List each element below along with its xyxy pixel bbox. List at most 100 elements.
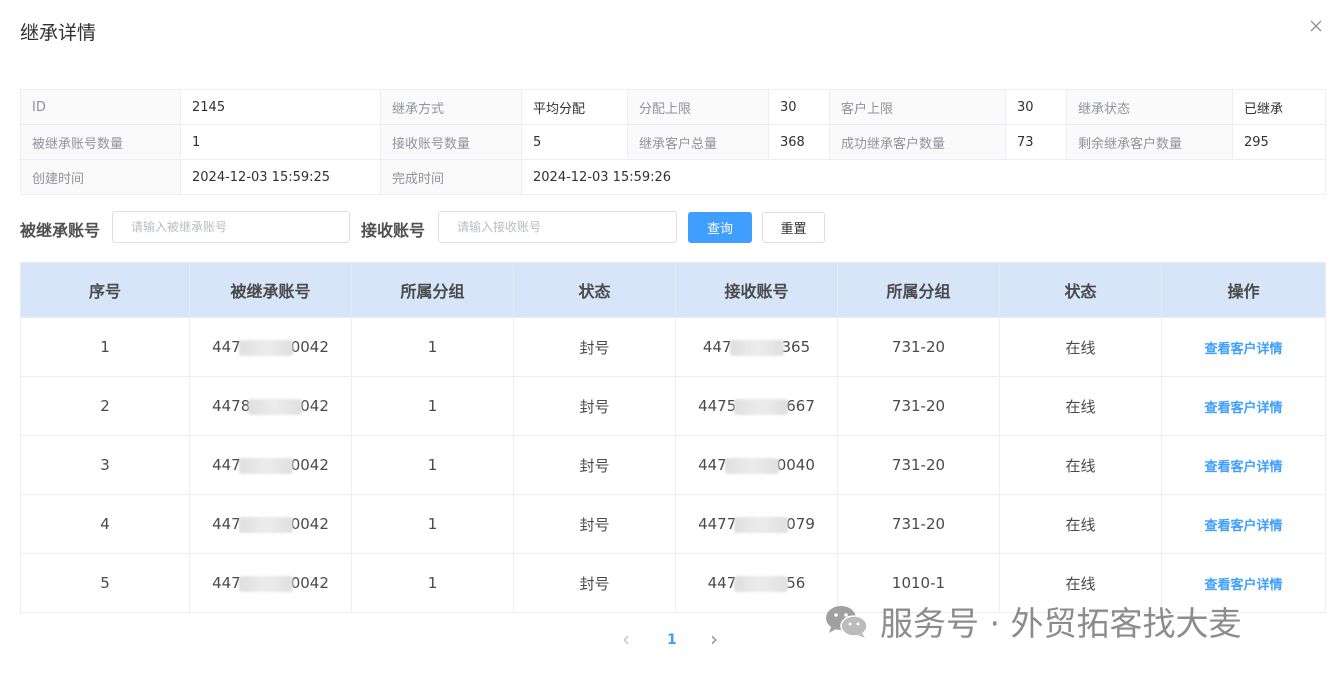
account-prefix: 447: [212, 456, 241, 474]
column-header-action: 操作: [1161, 262, 1326, 318]
inherited-account-cell: 447 0042: [189, 553, 352, 613]
inherited-status-cell: 封号: [513, 435, 676, 495]
receiver-account-cell: 447 56: [675, 553, 838, 613]
row-index: 2: [20, 376, 190, 436]
action-cell: 查看客户详情: [1161, 376, 1326, 436]
action-cell: 查看客户详情: [1161, 317, 1326, 377]
query-button[interactable]: 查询: [688, 212, 752, 243]
account-suffix: 042: [300, 397, 329, 415]
page-number-current[interactable]: 1: [667, 632, 677, 648]
account-suffix: 0042: [290, 515, 329, 533]
pagination: ‹ 1 ›: [600, 627, 740, 654]
receiver-status-cell: 在线: [999, 317, 1162, 377]
info-label: 成功继承客户数量: [829, 124, 1006, 160]
receiver-status-cell: 在线: [999, 376, 1162, 436]
column-header-inherited-group: 所属分组: [351, 262, 514, 318]
next-page-icon[interactable]: ›: [710, 627, 718, 651]
info-label: 分配上限: [627, 89, 769, 125]
info-value: 295: [1232, 124, 1326, 160]
column-header-inherited-account: 被继承账号: [189, 262, 352, 318]
receiver-group-cell: 731-20: [837, 317, 1000, 377]
account-suffix: 0042: [290, 338, 329, 356]
masked-region: [724, 457, 779, 474]
masked-region: [238, 457, 293, 474]
info-label: 被继承账号数量: [20, 124, 181, 160]
info-row: ID 2145 继承方式 平均分配 分配上限 30 客户上限 30 继承状态 已…: [20, 89, 1326, 125]
close-icon[interactable]: [1308, 18, 1324, 34]
info-row: 被继承账号数量 1 接收账号数量 5 继承客户总量 368 成功继承客户数量 7…: [20, 124, 1326, 160]
receiver-group-cell: 731-20: [837, 376, 1000, 436]
inherited-group-cell: 1: [351, 494, 514, 554]
inherited-account-input[interactable]: [112, 211, 350, 243]
inherited-account-cell: 4478 042: [189, 376, 352, 436]
inherited-account-cell: 447 0042: [189, 435, 352, 495]
view-customer-details-link[interactable]: 查看客户详情: [1204, 519, 1282, 534]
account-prefix: 4477: [698, 515, 737, 533]
info-value: 30: [768, 89, 830, 125]
inherited-account-cell: 447 0042: [189, 494, 352, 554]
inherited-group-cell: 1: [351, 435, 514, 495]
info-label: 剩余继承客户数量: [1066, 124, 1233, 160]
table-row: 2 4478 042 1 封号 4475 667 731-20 在线 查看客户详情: [20, 376, 1326, 436]
inherited-group-cell: 1: [351, 553, 514, 613]
account-suffix: 365: [781, 338, 811, 356]
inherited-account-cell: 447 0042: [189, 317, 352, 377]
receiver-account-cell: 447 365: [675, 317, 838, 377]
info-label: 继承方式: [380, 89, 522, 125]
table-row: 1 447 0042 1 封号 447 365 731-20 在线 查看客户详情: [20, 317, 1326, 377]
reset-button[interactable]: 重置: [762, 212, 825, 243]
column-header-inherited-status: 状态: [513, 262, 676, 318]
info-label: 继承客户总量: [627, 124, 769, 160]
action-cell: 查看客户详情: [1161, 435, 1326, 495]
receiver-account-input[interactable]: [438, 211, 677, 243]
account-suffix: 0042: [290, 574, 329, 592]
info-value: 30: [1005, 89, 1067, 125]
account-prefix: 4478: [212, 397, 251, 415]
account-suffix: 0042: [290, 456, 329, 474]
masked-region: [734, 516, 789, 533]
prev-page-icon[interactable]: ‹: [622, 627, 630, 651]
column-header-index: 序号: [20, 262, 190, 318]
account-prefix: 447: [702, 338, 732, 356]
account-prefix: 447: [212, 574, 241, 592]
watermark: 服务号 · 外贸拓客找大麦: [822, 600, 1241, 643]
masked-region: [238, 516, 293, 533]
masked-region: [238, 575, 293, 592]
receiver-status-cell: 在线: [999, 435, 1162, 495]
view-customer-details-link[interactable]: 查看客户详情: [1204, 342, 1282, 357]
info-value: 368: [768, 124, 830, 160]
info-label: 接收账号数量: [380, 124, 522, 160]
receiver-account-cell: 4475 667: [675, 376, 838, 436]
dialog-title: 继承详情: [20, 22, 97, 44]
info-value: 2024-12-03 15:59:26: [521, 159, 1326, 195]
inherited-account-label: 被继承账号: [20, 221, 101, 240]
inheritance-table: 序号 被继承账号 所属分组 状态 接收账号 所属分组 状态 操作 1 447 00…: [20, 262, 1326, 613]
account-suffix: 667: [786, 397, 815, 415]
table-header-row: 序号 被继承账号 所属分组 状态 接收账号 所属分组 状态 操作: [20, 262, 1326, 318]
info-value: 2145: [180, 89, 381, 125]
search-bar: 被继承账号 接收账号 查询 重置: [20, 211, 920, 244]
info-label: 创建时间: [20, 159, 181, 195]
column-header-receiver-account: 接收账号: [675, 262, 838, 318]
action-cell: 查看客户详情: [1161, 494, 1326, 554]
receiver-account-label: 接收账号: [361, 221, 426, 240]
receiver-group-cell: 731-20: [837, 435, 1000, 495]
view-customer-details-link[interactable]: 查看客户详情: [1204, 401, 1282, 416]
info-value: 1: [180, 124, 381, 160]
receiver-account-cell: 4477 079: [675, 494, 838, 554]
info-value: 平均分配: [521, 89, 628, 125]
info-value: 73: [1005, 124, 1067, 160]
account-suffix: 0040: [776, 456, 815, 474]
info-label: ID: [20, 89, 181, 125]
account-suffix: 079: [786, 515, 815, 533]
view-customer-details-link[interactable]: 查看客户详情: [1204, 578, 1282, 593]
info-grid: ID 2145 继承方式 平均分配 分配上限 30 客户上限 30 继承状态 已…: [20, 89, 1326, 195]
account-prefix: 447: [212, 515, 241, 533]
masked-region: [238, 339, 293, 356]
receiver-status-cell: 在线: [999, 494, 1162, 554]
info-value: 2024-12-03 15:59:25: [180, 159, 381, 195]
account-prefix: 447: [212, 338, 241, 356]
view-customer-details-link[interactable]: 查看客户详情: [1204, 460, 1282, 475]
inherited-status-cell: 封号: [513, 494, 676, 554]
info-row: 创建时间 2024-12-03 15:59:25 完成时间 2024-12-03…: [20, 159, 1326, 195]
